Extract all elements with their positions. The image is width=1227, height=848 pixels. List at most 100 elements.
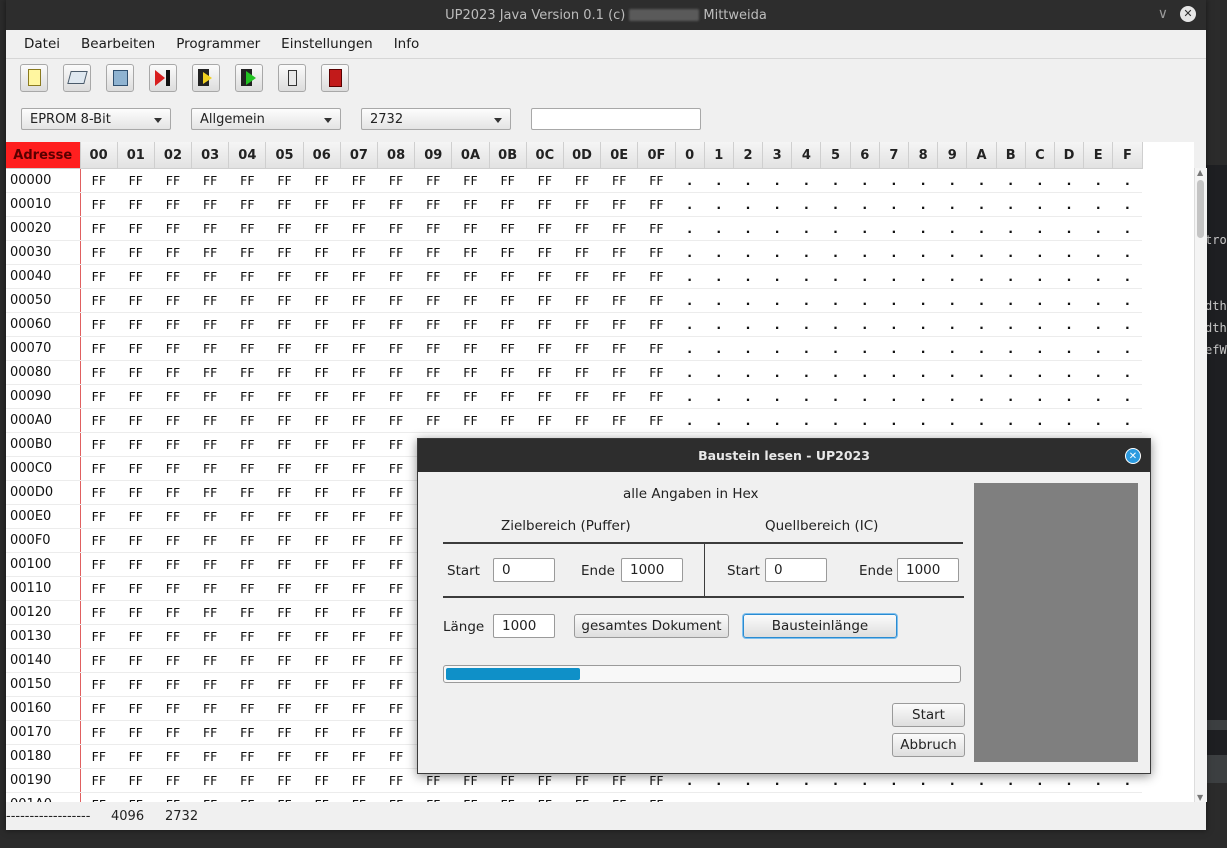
hex-cell[interactable]: FF bbox=[191, 552, 229, 577]
hex-cell[interactable]: FF bbox=[377, 720, 415, 745]
hex-cell[interactable]: FF bbox=[377, 672, 415, 697]
hex-cell[interactable]: FF bbox=[303, 360, 341, 385]
ascii-cell[interactable]: . bbox=[937, 264, 967, 289]
hex-cell[interactable]: FF bbox=[80, 456, 118, 481]
ascii-cell[interactable]: . bbox=[1025, 792, 1055, 802]
hex-cell[interactable]: FF bbox=[154, 648, 192, 673]
hex-cell[interactable]: FF bbox=[451, 168, 490, 193]
ascii-cell[interactable]: . bbox=[879, 240, 909, 265]
hex-cell[interactable]: FF bbox=[191, 312, 229, 337]
ascii-cell[interactable]: . bbox=[908, 360, 938, 385]
hex-cell[interactable]: FF bbox=[265, 408, 304, 433]
hex-cell[interactable]: FF bbox=[191, 504, 229, 529]
hex-cell[interactable]: FF bbox=[563, 336, 601, 361]
hex-cell[interactable]: FF bbox=[340, 432, 378, 457]
ascii-cell[interactable]: . bbox=[1025, 312, 1055, 337]
chevron-down-icon[interactable]: ∨ bbox=[1158, 6, 1168, 22]
menu-bearbeiten[interactable]: Bearbeiten bbox=[81, 36, 155, 52]
hex-cell[interactable]: FF bbox=[117, 792, 155, 802]
ascii-cell[interactable]: . bbox=[791, 384, 821, 409]
ascii-cell[interactable]: . bbox=[1054, 288, 1084, 313]
ascii-cell[interactable]: . bbox=[1054, 408, 1084, 433]
ascii-cell[interactable]: . bbox=[1025, 384, 1055, 409]
ascii-cell[interactable]: . bbox=[1112, 312, 1142, 337]
table-row[interactable]: 00090 FF FF FF FF FF FF FF FF FF FF FF FF FF FF FF FF...… bbox=[6, 384, 1142, 409]
hex-cell[interactable]: FF bbox=[80, 528, 118, 553]
hex-cell[interactable]: FF bbox=[526, 168, 564, 193]
hex-cell[interactable]: FF bbox=[265, 384, 304, 409]
hex-cell[interactable]: FF bbox=[414, 408, 452, 433]
ascii-cell[interactable]: . bbox=[704, 408, 734, 433]
hex-cell[interactable]: FF bbox=[80, 696, 118, 721]
column-header-hex[interactable]: 0F bbox=[637, 142, 676, 169]
hex-cell[interactable]: FF bbox=[377, 768, 415, 793]
hex-cell[interactable]: FF bbox=[637, 384, 675, 409]
hex-cell[interactable]: FF bbox=[80, 432, 118, 457]
ascii-cell[interactable]: . bbox=[704, 312, 734, 337]
ascii-cell[interactable]: . bbox=[966, 264, 997, 289]
ascii-cell[interactable]: . bbox=[1083, 216, 1113, 241]
hex-cell[interactable]: FF bbox=[265, 552, 304, 577]
ascii-cell[interactable]: . bbox=[966, 216, 997, 241]
hex-cell[interactable]: FF bbox=[154, 552, 192, 577]
verify-chip-button[interactable] bbox=[235, 64, 263, 92]
ascii-cell[interactable]: . bbox=[675, 312, 705, 337]
hex-cell[interactable]: FF bbox=[303, 336, 341, 361]
hex-cell[interactable]: FF bbox=[265, 456, 304, 481]
hex-cell[interactable]: FF bbox=[526, 192, 564, 217]
hex-cell[interactable]: FF bbox=[563, 216, 601, 241]
hex-cell[interactable]: FF bbox=[191, 168, 229, 193]
ascii-cell[interactable]: . bbox=[908, 312, 938, 337]
ascii-cell[interactable]: . bbox=[733, 216, 763, 241]
ascii-cell[interactable]: . bbox=[1054, 384, 1084, 409]
hex-cell[interactable]: FF bbox=[526, 240, 564, 265]
hex-cell[interactable]: FF bbox=[265, 264, 304, 289]
column-header-hex[interactable]: 07 bbox=[340, 142, 379, 169]
hex-cell[interactable]: FF bbox=[80, 288, 118, 313]
hex-cell[interactable]: FF bbox=[191, 696, 229, 721]
ascii-cell[interactable]: . bbox=[850, 240, 880, 265]
hex-cell[interactable]: FF bbox=[303, 408, 341, 433]
hex-cell[interactable]: FF bbox=[451, 312, 490, 337]
hex-cell[interactable]: FF bbox=[80, 312, 118, 337]
hex-cell[interactable]: FF bbox=[526, 312, 564, 337]
hex-cell[interactable]: FF bbox=[563, 264, 601, 289]
table-row[interactable]: 00070 FF FF FF FF FF FF FF FF FF FF FF FF FF FF FF FF...… bbox=[6, 336, 1142, 361]
ascii-cell[interactable]: . bbox=[791, 312, 821, 337]
hex-cell[interactable]: FF bbox=[637, 240, 675, 265]
hex-cell[interactable]: FF bbox=[303, 432, 341, 457]
ascii-cell[interactable]: . bbox=[996, 360, 1026, 385]
ascii-cell[interactable]: . bbox=[733, 384, 763, 409]
ascii-cell[interactable]: . bbox=[996, 408, 1026, 433]
ascii-cell[interactable]: . bbox=[879, 216, 909, 241]
hex-cell[interactable]: FF bbox=[191, 360, 229, 385]
ascii-cell[interactable]: . bbox=[1083, 288, 1113, 313]
hex-cell[interactable]: FF bbox=[117, 672, 155, 697]
ascii-cell[interactable]: . bbox=[996, 336, 1026, 361]
hex-cell[interactable]: FF bbox=[265, 624, 304, 649]
hex-cell[interactable]: FF bbox=[228, 192, 266, 217]
ascii-cell[interactable]: . bbox=[1083, 192, 1113, 217]
hex-cell[interactable]: FF bbox=[228, 768, 266, 793]
target-end-field[interactable]: 1000 bbox=[621, 558, 683, 582]
hex-cell[interactable]: FF bbox=[489, 288, 527, 313]
ascii-cell[interactable]: . bbox=[820, 192, 851, 217]
ascii-cell[interactable]: . bbox=[850, 336, 880, 361]
ascii-cell[interactable]: . bbox=[1112, 168, 1142, 193]
hex-cell[interactable]: FF bbox=[377, 528, 415, 553]
hex-cell[interactable]: FF bbox=[489, 216, 527, 241]
ascii-cell[interactable]: . bbox=[966, 792, 997, 802]
hex-cell[interactable]: FF bbox=[265, 696, 304, 721]
hex-cell[interactable]: FF bbox=[154, 768, 192, 793]
ascii-cell[interactable]: . bbox=[879, 192, 909, 217]
ascii-cell[interactable]: . bbox=[820, 240, 851, 265]
vertical-scrollbar[interactable]: ▲ ▼ bbox=[1194, 168, 1207, 802]
hex-cell[interactable]: FF bbox=[489, 192, 527, 217]
hex-cell[interactable]: FF bbox=[80, 720, 118, 745]
ascii-cell[interactable]: . bbox=[762, 312, 792, 337]
hex-cell[interactable]: FF bbox=[340, 744, 378, 769]
hex-cell[interactable]: FF bbox=[600, 288, 638, 313]
ascii-cell[interactable]: . bbox=[966, 240, 997, 265]
hex-cell[interactable]: FF bbox=[377, 504, 415, 529]
hex-cell[interactable]: FF bbox=[265, 192, 304, 217]
